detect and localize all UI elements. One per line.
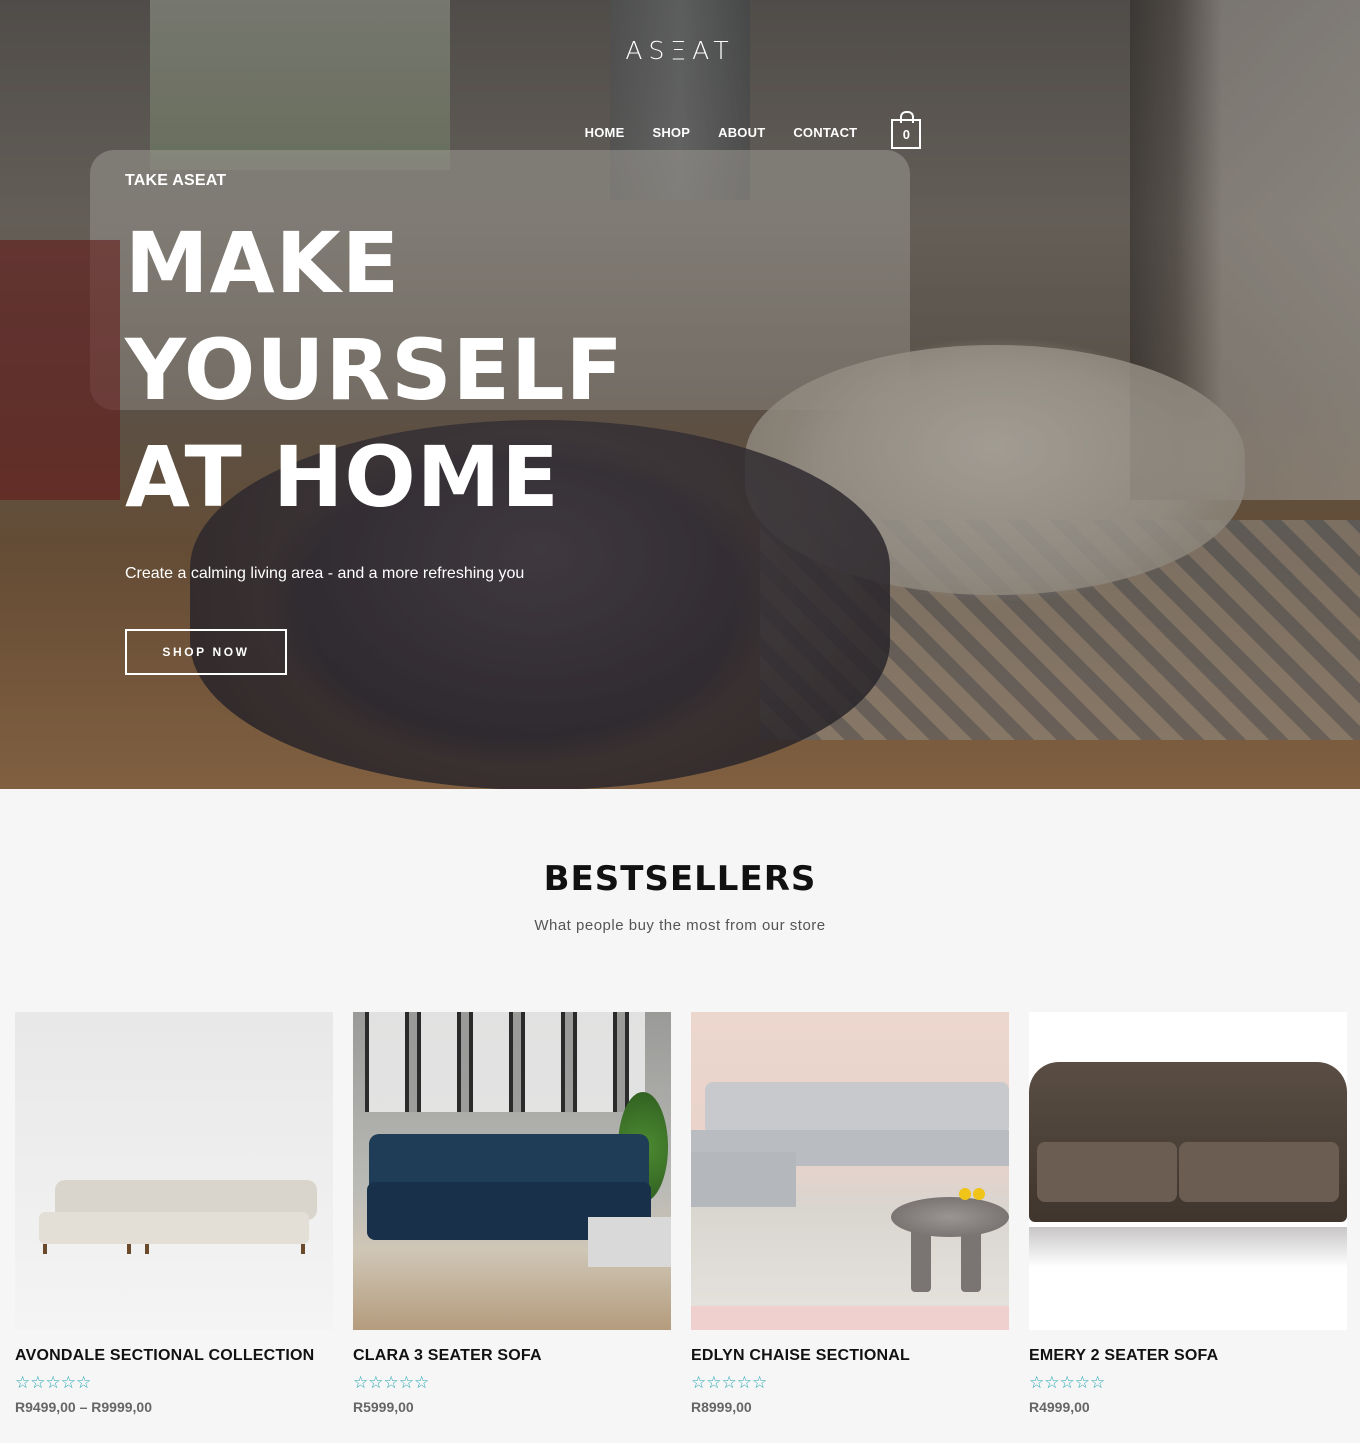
sofa-cushion-shape (1037, 1142, 1177, 1202)
product-card[interactable]: AVONDALE SECTIONAL COLLECTION ☆☆☆☆☆ R949… (15, 1012, 333, 1415)
sofa-back-shape (705, 1082, 1009, 1134)
product-title[interactable]: EDLYN CHAISE SECTIONAL (691, 1347, 1009, 1365)
star-rating-icon: ☆☆☆☆☆ (691, 1373, 768, 1392)
wall-frames-shape (365, 1012, 645, 1112)
product-price: R5999,00 (353, 1399, 414, 1415)
hero-banner: ASΞAT HOME SHOP ABOUT CONTACT 0 TAKE ASE… (0, 0, 1360, 789)
sofa-leg-shape (301, 1244, 305, 1254)
shopping-bag-icon[interactable]: 0 (891, 111, 922, 149)
product-image[interactable] (691, 1012, 1009, 1330)
hero-eyebrow: TAKE ASEAT (125, 172, 227, 189)
shop-now-button[interactable]: SHOP NOW (125, 629, 287, 675)
product-image[interactable] (1029, 1012, 1347, 1330)
site-logo[interactable]: ASΞAT (0, 36, 1360, 65)
nav-shop[interactable]: SHOP (652, 125, 690, 140)
sofa-cushion-shape (1179, 1142, 1339, 1202)
nav-about[interactable]: ABOUT (718, 125, 765, 140)
coffee-table-shape (588, 1217, 671, 1267)
product-title[interactable]: CLARA 3 SEATER SOFA (353, 1347, 671, 1365)
main-navigation: HOME SHOP ABOUT CONTACT 0 (0, 111, 1360, 149)
product-price: R4999,00 (1029, 1399, 1090, 1415)
nav-contact[interactable]: CONTACT (793, 125, 857, 140)
product-price: R8999,00 (691, 1399, 752, 1415)
product-card[interactable]: CLARA 3 SEATER SOFA ☆☆☆☆☆ R5999,00 (353, 1012, 671, 1415)
cart-count: 0 (902, 126, 910, 142)
product-card[interactable]: EMERY 2 SEATER SOFA ☆☆☆☆☆ R4999,00 (1029, 1012, 1347, 1415)
star-rating-icon: ☆☆☆☆☆ (353, 1373, 430, 1392)
sofa-leg-shape (43, 1244, 47, 1254)
product-image[interactable] (15, 1012, 333, 1330)
section-title: BESTSELLERS (543, 859, 817, 899)
product-card[interactable]: EDLYN CHAISE SECTIONAL ☆☆☆☆☆ R8999,00 (691, 1012, 1009, 1415)
star-rating-icon: ☆☆☆☆☆ (15, 1373, 92, 1392)
sofa-leg-shape (127, 1244, 131, 1254)
nav-home[interactable]: HOME (585, 125, 625, 140)
product-price: R9499,00 – R9999,00 (15, 1399, 152, 1415)
section-subtitle: What people buy the most from our store (534, 917, 826, 934)
sofa-leg-shape (145, 1244, 149, 1254)
coffee-table-shape (891, 1197, 1009, 1237)
hero-headline: MAKE YOURSELF AT HOME (125, 214, 624, 526)
product-title[interactable]: AVONDALE SECTIONAL COLLECTION (15, 1347, 333, 1365)
product-title[interactable]: EMERY 2 SEATER SOFA (1029, 1347, 1347, 1365)
sofa-chaise-shape (691, 1152, 796, 1207)
pink-rug-shape (691, 1306, 1009, 1330)
sofa-seat-shape (39, 1212, 309, 1244)
hero-subline: Create a calming living area - and a mor… (125, 565, 525, 582)
lemon-shape (973, 1188, 985, 1200)
floor-shadow-shape (1029, 1227, 1347, 1267)
product-grid: AVONDALE SECTIONAL COLLECTION ☆☆☆☆☆ R949… (15, 1012, 1347, 1415)
bestsellers-section: BESTSELLERS What people buy the most fro… (0, 789, 1360, 1415)
product-image[interactable] (353, 1012, 671, 1330)
lemon-shape (959, 1188, 971, 1200)
hero-content: TAKE ASEAT MAKE YOURSELF AT HOME Create … (125, 172, 765, 675)
star-rating-icon: ☆☆☆☆☆ (1029, 1373, 1106, 1392)
